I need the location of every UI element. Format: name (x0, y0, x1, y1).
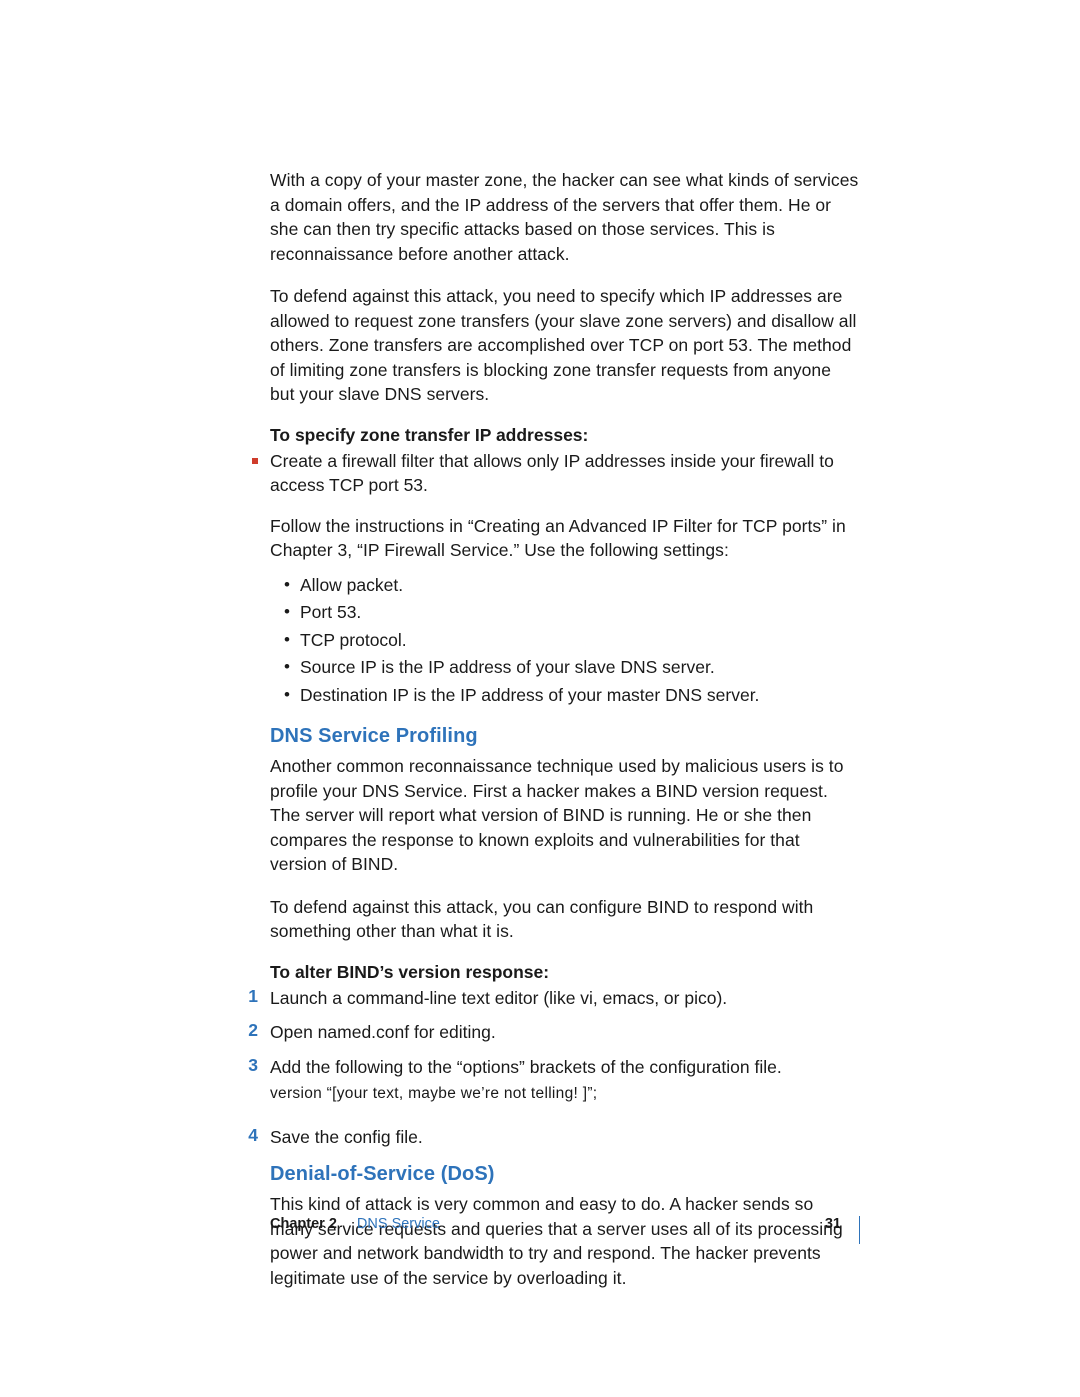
list-item: Allow packet. (290, 573, 860, 598)
step-number: 4 (240, 1125, 258, 1150)
bulleted-text: Create a firewall filter that allows onl… (270, 449, 860, 498)
code-line: version “[your text, maybe we’re not tel… (270, 1083, 860, 1105)
procedure-subhead: To specify zone transfer IP addresses: (270, 425, 860, 446)
step-number: 2 (240, 1020, 258, 1045)
page: With a copy of your master zone, the hac… (0, 0, 1080, 1397)
footer-page-number: 31 (825, 1216, 841, 1232)
section-heading: DNS Service Profiling (270, 725, 860, 748)
section-heading: Denial-of-Service (DoS) (270, 1163, 860, 1186)
paragraph: Follow the instructions in “Creating an … (270, 514, 860, 563)
step-text: Add the following to the “options” brack… (270, 1055, 860, 1115)
list-item: Source IP is the IP address of your slav… (290, 655, 860, 680)
step-item: 3 Add the following to the “options” bra… (270, 1055, 860, 1115)
step-text: Save the config file. (270, 1125, 860, 1150)
paragraph: To defend against this attack, you need … (270, 284, 860, 407)
step-text: Launch a command-line text editor (like … (270, 986, 860, 1011)
footer-left: Chapter 2 DNS Service (270, 1216, 440, 1232)
numbered-steps: 1 Launch a command-line text editor (lik… (270, 986, 860, 1150)
step-number: 1 (240, 986, 258, 1011)
list-item: TCP protocol. (290, 628, 860, 653)
content-column: With a copy of your master zone, the hac… (270, 168, 860, 1308)
step-text: Open named.conf for editing. (270, 1020, 860, 1045)
footer-chapter-name: DNS Service (357, 1216, 440, 1232)
paragraph: With a copy of your master zone, the hac… (270, 168, 860, 266)
list-item: Destination IP is the IP address of your… (290, 683, 860, 708)
page-footer: Chapter 2 DNS Service 31 (270, 1216, 860, 1244)
footer-chapter-label: Chapter 2 (270, 1216, 337, 1232)
step-item: 4 Save the config file. (270, 1125, 860, 1150)
step-item: 1 Launch a command-line text editor (lik… (270, 986, 860, 1011)
step-item: 2 Open named.conf for editing. (270, 1020, 860, 1045)
paragraph: Another common reconnaissance technique … (270, 754, 860, 877)
paragraph: To defend against this attack, you can c… (270, 895, 860, 944)
procedure-subhead: To alter BIND’s version response: (270, 962, 860, 983)
bulleted-item: Create a firewall filter that allows onl… (270, 449, 860, 498)
step-number: 3 (240, 1055, 258, 1115)
step-text-inner: Add the following to the “options” brack… (270, 1057, 782, 1077)
settings-list: Allow packet. Port 53. TCP protocol. Sou… (290, 573, 860, 708)
list-item: Port 53. (290, 600, 860, 625)
bullet-icon (252, 458, 258, 464)
